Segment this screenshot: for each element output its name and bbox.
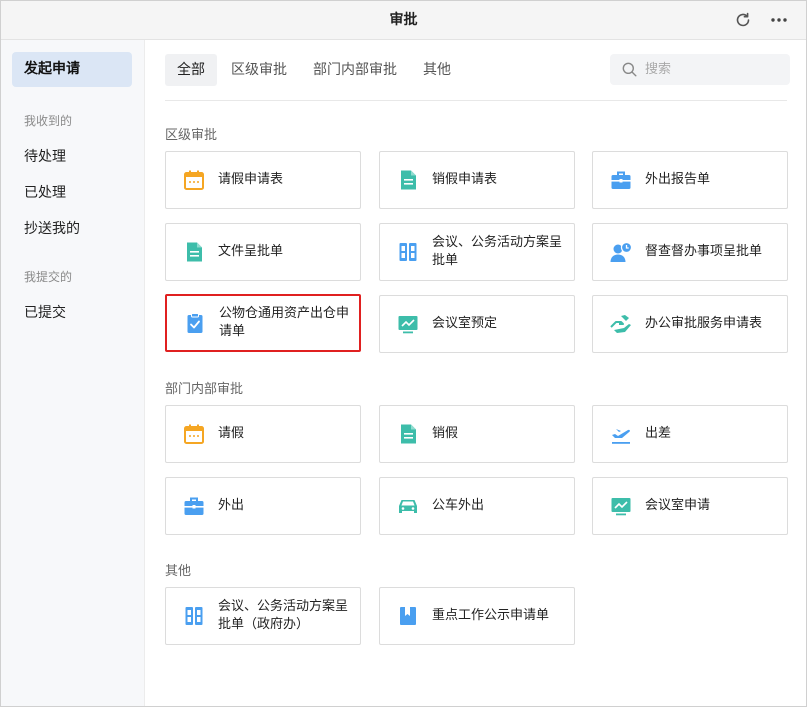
tab-all[interactable]: 全部 bbox=[165, 54, 217, 86]
card-business-trip[interactable]: 出差 bbox=[592, 405, 788, 463]
sidebar-group-submitted: 我提交的 bbox=[24, 270, 73, 284]
sidebar-item-processed[interactable]: 已处理 bbox=[24, 182, 66, 202]
sidebar: 发起申请 我收到的 待处理 已处理 抄送我的 我提交的 已提交 bbox=[1, 40, 145, 706]
window-title: 审批 bbox=[389, 12, 418, 28]
card-label: 督查督办事项呈批单 bbox=[645, 244, 763, 259]
sidebar-group-received: 我收到的 bbox=[24, 114, 73, 128]
divider bbox=[165, 100, 787, 101]
card-label: 会议、公务活动方案呈批单（政府办） bbox=[218, 599, 349, 632]
document-icon bbox=[397, 169, 419, 191]
tab-dept[interactable]: 部门内部审批 bbox=[301, 54, 409, 86]
card-label: 会议室申请 bbox=[645, 498, 711, 513]
card-meeting-plan[interactable]: 会议、公务活动方案呈批单 bbox=[379, 223, 575, 281]
card-meeting-room-request[interactable]: 会议室申请 bbox=[592, 477, 788, 535]
car-icon bbox=[397, 495, 419, 517]
card-key-work-notice[interactable]: 重点工作公示申请单 bbox=[379, 587, 575, 645]
briefcase-icon bbox=[610, 169, 632, 191]
hand-icon bbox=[610, 313, 632, 335]
card-label: 会议、公务活动方案呈批单 bbox=[432, 235, 563, 268]
card-asset-outbound[interactable]: 公物仓通用资产出仓申请单 bbox=[165, 294, 361, 352]
card-document-approval[interactable]: 文件呈批单 bbox=[165, 223, 361, 281]
clipboard-check-icon bbox=[184, 312, 206, 334]
calendar-icon bbox=[183, 169, 205, 191]
card-label: 请假申请表 bbox=[218, 172, 284, 187]
card-label: 文件呈批单 bbox=[218, 244, 284, 259]
monitor-chart-icon bbox=[610, 495, 632, 517]
card-label: 销假申请表 bbox=[432, 172, 498, 187]
card-office-service[interactable]: 办公审批服务申请表 bbox=[592, 295, 788, 353]
card-meeting-plan-gov[interactable]: 会议、公务活动方案呈批单（政府办） bbox=[165, 587, 361, 645]
card-label: 销假 bbox=[432, 426, 459, 441]
card-label: 请假 bbox=[218, 426, 245, 441]
card-outing[interactable]: 外出 bbox=[165, 477, 361, 535]
card-label: 会议室预定 bbox=[432, 316, 498, 331]
main-content: 全部 区级审批 部门内部审批 其他 区级审批 请假申请表 销假申请表 bbox=[145, 40, 806, 706]
briefcase-icon bbox=[183, 495, 205, 517]
tab-district[interactable]: 区级审批 bbox=[219, 54, 299, 86]
refresh-button[interactable] bbox=[732, 9, 754, 31]
card-leave-form[interactable]: 请假申请表 bbox=[165, 151, 361, 209]
section-title-other: 其他 bbox=[165, 564, 192, 579]
search-icon bbox=[622, 62, 637, 77]
card-label: 出差 bbox=[645, 426, 672, 441]
sidebar-item-submitted[interactable]: 已提交 bbox=[24, 302, 66, 322]
tab-other[interactable]: 其他 bbox=[411, 54, 463, 86]
card-cancel-leave-form[interactable]: 销假申请表 bbox=[379, 151, 575, 209]
card-label: 重点工作公示申请单 bbox=[432, 608, 550, 623]
card-meeting-room-booking[interactable]: 会议室预定 bbox=[379, 295, 575, 353]
bookmark-icon bbox=[397, 605, 419, 627]
sidebar-item-cc-me[interactable]: 抄送我的 bbox=[24, 218, 80, 238]
section-title-dept: 部门内部审批 bbox=[165, 382, 244, 397]
card-label: 公车外出 bbox=[432, 498, 485, 513]
filter-tabs: 全部 区级审批 部门内部审批 其他 bbox=[165, 54, 465, 86]
card-label: 公物仓通用资产出仓申请单 bbox=[219, 306, 350, 339]
section-title-district: 区级审批 bbox=[165, 128, 218, 143]
card-cancel-leave[interactable]: 销假 bbox=[379, 405, 575, 463]
sidebar-item-initiate[interactable]: 发起申请 bbox=[12, 52, 132, 87]
titlebar: 审批 bbox=[1, 1, 806, 40]
app-window: 审批 发起申请 我收到的 待处理 已处理 抄送我的 我提交的 已提交 全部 区级… bbox=[0, 0, 807, 707]
more-icon bbox=[771, 18, 787, 22]
search-input[interactable] bbox=[643, 61, 777, 78]
document-icon bbox=[397, 423, 419, 445]
sidebar-item-pending[interactable]: 待处理 bbox=[24, 146, 66, 166]
monitor-chart-icon bbox=[397, 313, 419, 335]
card-supervision[interactable]: 督查督办事项呈批单 bbox=[592, 223, 788, 281]
columns-icon bbox=[183, 605, 205, 627]
columns-icon bbox=[397, 241, 419, 263]
card-leave[interactable]: 请假 bbox=[165, 405, 361, 463]
card-label: 外出报告单 bbox=[645, 172, 711, 187]
card-official-car[interactable]: 公车外出 bbox=[379, 477, 575, 535]
card-label: 外出 bbox=[218, 498, 245, 513]
airplane-icon bbox=[610, 423, 632, 445]
user-clock-icon bbox=[610, 241, 632, 263]
search-box[interactable] bbox=[610, 54, 790, 85]
more-button[interactable] bbox=[768, 9, 790, 31]
card-outing-report[interactable]: 外出报告单 bbox=[592, 151, 788, 209]
document-icon bbox=[183, 241, 205, 263]
card-label: 办公审批服务申请表 bbox=[645, 316, 763, 331]
calendar-icon bbox=[183, 423, 205, 445]
refresh-icon bbox=[736, 12, 750, 27]
